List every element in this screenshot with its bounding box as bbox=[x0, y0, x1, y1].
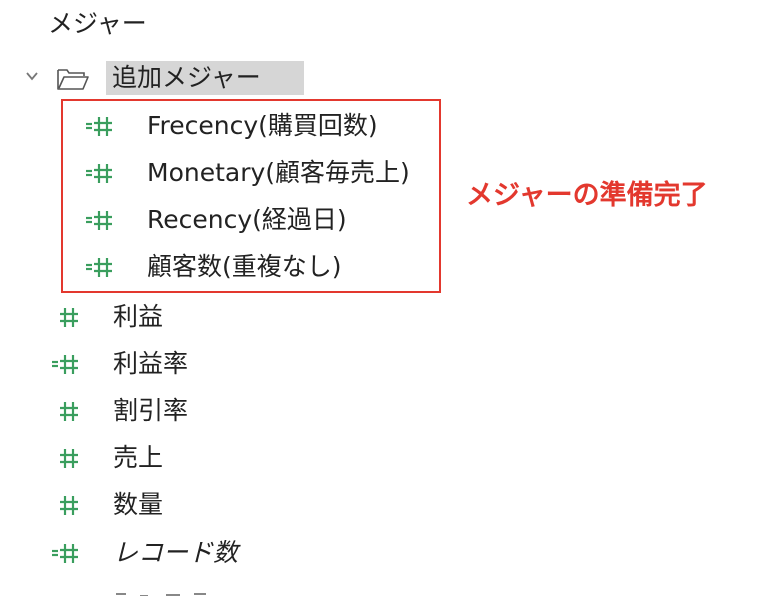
field-label: Monetary(顧客毎売上) bbox=[147, 158, 410, 187]
field-item-monetary[interactable]: Monetary(顧客毎売上) bbox=[80, 151, 430, 195]
calculated-measure-icon bbox=[52, 355, 78, 374]
folder-label[interactable]: 追加メジャー bbox=[106, 61, 304, 95]
calculated-measure-icon bbox=[86, 211, 112, 230]
field-label: 利益 bbox=[113, 302, 164, 331]
field-item-quantity[interactable]: 数量 bbox=[46, 483, 346, 527]
measures-section-title: メジャー bbox=[48, 9, 147, 38]
annotation-label: メジャーの準備完了 bbox=[466, 180, 708, 211]
field-item-discount[interactable]: 割引率 bbox=[46, 389, 346, 433]
field-label: 顧客数(重複なし) bbox=[147, 252, 342, 281]
folder-row-additional-measures[interactable]: 追加メジャー bbox=[0, 58, 320, 98]
cutoff-text-fragment bbox=[116, 593, 206, 596]
field-item-record-count[interactable]: レコード数 bbox=[46, 531, 346, 575]
measure-icon bbox=[60, 496, 78, 515]
calculated-measure-icon bbox=[86, 117, 112, 136]
field-label: レコード数 bbox=[113, 538, 239, 567]
field-item-profit-ratio[interactable]: 利益率 bbox=[46, 342, 346, 386]
field-label: 割引率 bbox=[113, 396, 189, 425]
field-item-recency[interactable]: Recency(経過日) bbox=[80, 198, 430, 242]
field-label: Frecency(購買回数) bbox=[147, 111, 378, 140]
measure-icon bbox=[60, 308, 78, 327]
field-item-profit[interactable]: 利益 bbox=[46, 295, 346, 339]
measure-icon bbox=[60, 402, 78, 421]
field-item-frecency[interactable]: Frecency(購買回数) bbox=[80, 104, 430, 148]
field-label: 利益率 bbox=[113, 349, 189, 378]
field-item-cutoff[interactable] bbox=[110, 586, 250, 596]
chevron-down-icon[interactable] bbox=[24, 68, 40, 84]
field-item-unique-customers[interactable]: 顧客数(重複なし) bbox=[80, 245, 430, 289]
field-label: Recency(経過日) bbox=[147, 205, 347, 234]
measure-icon bbox=[60, 449, 78, 468]
field-label: 数量 bbox=[113, 490, 164, 519]
open-folder-icon bbox=[57, 69, 89, 90]
calculated-measure-icon bbox=[86, 164, 112, 183]
field-item-sales[interactable]: 売上 bbox=[46, 436, 346, 480]
calculated-measure-icon bbox=[52, 544, 78, 563]
field-label: 売上 bbox=[113, 443, 164, 472]
calculated-measure-icon bbox=[86, 258, 112, 277]
